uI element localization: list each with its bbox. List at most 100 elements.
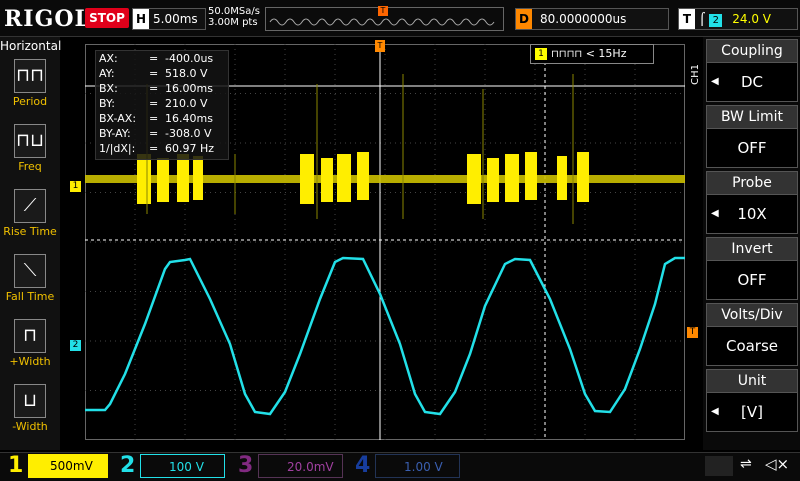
speaker-mute-icon[interactable]: ◁×	[765, 455, 789, 473]
ch2-number[interactable]: 2	[120, 452, 135, 480]
cursor-value: 210.0 V	[165, 97, 208, 110]
menu-title: Probe	[706, 171, 798, 195]
usb-icon: ⇌	[740, 456, 752, 472]
knob-arrow-icon: ◀	[711, 76, 719, 87]
delay-value: 80.0000000us	[540, 12, 627, 26]
menu-volts-div[interactable]: Volts/Div Coarse	[706, 303, 798, 366]
cursor-value: 16.00ms	[165, 82, 213, 95]
pos-width-icon: ⊓	[14, 319, 46, 353]
brand-logo: RIGOL	[4, 6, 91, 32]
cursor-eq: =	[149, 127, 159, 140]
cursor-value: 60.97 Hz	[165, 142, 215, 155]
trigger-label: T	[679, 9, 695, 29]
memory-depth: 3.00M pts	[208, 17, 258, 28]
trigger-position-marker: T	[378, 6, 388, 16]
cursor-key: BX:	[99, 82, 118, 95]
trigger-time-marker[interactable]: T	[375, 40, 385, 52]
cursor-value: 16.40ms	[165, 112, 213, 125]
menu-invert[interactable]: Invert OFF	[706, 237, 798, 300]
menu-title: Volts/Div	[706, 303, 798, 327]
measure-period[interactable]: ⊓⊓ Period	[0, 59, 60, 108]
cursor-eq: =	[149, 97, 159, 110]
cursor-eq: =	[149, 82, 159, 95]
cursor-value: -308.0 V	[165, 127, 212, 140]
timebase-box[interactable]: H 5.00ms	[132, 8, 206, 30]
square-wave-icon: ⊓⊓⊓⊓	[551, 49, 583, 60]
measure-rise-time[interactable]: ⟋ Rise Time	[0, 189, 60, 238]
cursor-key: BX-AX:	[99, 112, 137, 125]
delay-label: D	[516, 9, 532, 29]
neg-width-icon: ⊔	[14, 384, 46, 418]
horizontal-label: H	[133, 9, 149, 29]
cursor-key: 1/|dX|:	[99, 142, 136, 155]
ch1-number[interactable]: 1	[8, 452, 23, 480]
fall-time-icon: ⟍	[14, 254, 46, 288]
menu-value: ◀ [V]	[706, 393, 798, 432]
cursor-value: -400.0us	[165, 52, 214, 65]
trigger-box[interactable]: T ⌠ 2 24.0 V	[678, 8, 798, 30]
measure-label: Rise Time	[3, 225, 57, 238]
freq-value: < 15Hz	[585, 47, 627, 60]
sample-info: 50.0MSa/s 3.00M pts	[208, 6, 260, 28]
menu-slot-icon[interactable]	[705, 456, 733, 476]
ch1-offset-marker[interactable]: 1	[70, 181, 81, 192]
measure-freq[interactable]: ⊓⊔ Freq	[0, 124, 60, 173]
cursor-eq: =	[149, 67, 159, 80]
rise-time-icon: ⟋	[14, 189, 46, 223]
ch4-scale-tab[interactable]: 1.00 V	[375, 454, 460, 478]
ch3-number[interactable]: 3	[238, 452, 253, 480]
knob-arrow-icon: ◀	[711, 406, 719, 417]
frequency-counter-box: 1 ⊓⊓⊓⊓ < 15Hz	[530, 44, 654, 64]
menu-value: ◀ 10X	[706, 195, 798, 234]
measure-pos-width[interactable]: ⊓ +Width	[0, 319, 60, 368]
trigger-channel: 2	[709, 14, 723, 27]
ch1-scale-tab[interactable]: 500mV	[28, 454, 108, 478]
cursor-eq: =	[149, 52, 159, 65]
cursor-eq: =	[149, 142, 159, 155]
cursor-key: AY:	[99, 67, 115, 80]
cursor-key: BY:	[99, 97, 115, 110]
menu-probe[interactable]: Probe ◀ 10X	[706, 171, 798, 234]
menu-coupling[interactable]: Coupling ◀ DC	[706, 39, 798, 102]
measure-label: -Width	[12, 420, 48, 433]
menu-value-text: 10X	[737, 205, 767, 223]
menu-unit[interactable]: Unit ◀ [V]	[706, 369, 798, 432]
measure-fall-time[interactable]: ⟍ Fall Time	[0, 254, 60, 303]
knob-arrow-icon: ◀	[711, 208, 719, 219]
menu-value-text: Coarse	[725, 337, 779, 355]
trigger-level-marker[interactable]: T	[687, 327, 698, 338]
menu-value: OFF	[706, 129, 798, 168]
menu-title: Unit	[706, 369, 798, 393]
cursor-key: AX:	[99, 52, 118, 65]
menu-value: Coarse	[706, 327, 798, 366]
measure-label: Period	[12, 95, 48, 108]
panel-title: Horizontal	[0, 39, 62, 53]
menu-value-text: [V]	[741, 403, 763, 421]
measure-label: +Width	[9, 355, 51, 368]
measure-neg-width[interactable]: ⊔ -Width	[0, 384, 60, 433]
trigger-edge-icon: ⌠	[699, 12, 706, 26]
delay-box[interactable]: D 80.0000000us	[515, 8, 669, 30]
menu-value-text: DC	[740, 73, 764, 91]
period-icon: ⊓⊓	[14, 59, 46, 93]
freq-icon: ⊓⊔	[14, 124, 46, 158]
menu-value-text: OFF	[737, 271, 767, 289]
cursor-eq: =	[149, 112, 159, 125]
measure-label: Fall Time	[5, 290, 55, 303]
menu-value-text: OFF	[737, 139, 767, 157]
menu-value: OFF	[706, 261, 798, 300]
ch4-number[interactable]: 4	[355, 452, 370, 480]
ch3-scale-tab[interactable]: 20.0mV	[258, 454, 343, 478]
cursor-value: 518.0 V	[165, 67, 208, 80]
measure-label: Freq	[18, 160, 42, 173]
menu-value: ◀ DC	[706, 63, 798, 102]
ch1-menu-tag: CH1	[690, 64, 701, 85]
menu-title: Coupling	[706, 39, 798, 63]
channel-menu-panel: Coupling ◀ DC BW Limit OFF Probe ◀ 10X Inv…	[703, 37, 800, 450]
ch2-offset-marker[interactable]: 2	[70, 340, 81, 351]
timebase-value: 5.00ms	[153, 12, 198, 26]
menu-bw-limit[interactable]: BW Limit OFF	[706, 105, 798, 168]
run-stop-badge[interactable]: STOP	[85, 8, 129, 28]
trigger-level: 24.0 V	[732, 12, 772, 26]
ch2-scale-tab[interactable]: 100 V	[140, 454, 225, 478]
